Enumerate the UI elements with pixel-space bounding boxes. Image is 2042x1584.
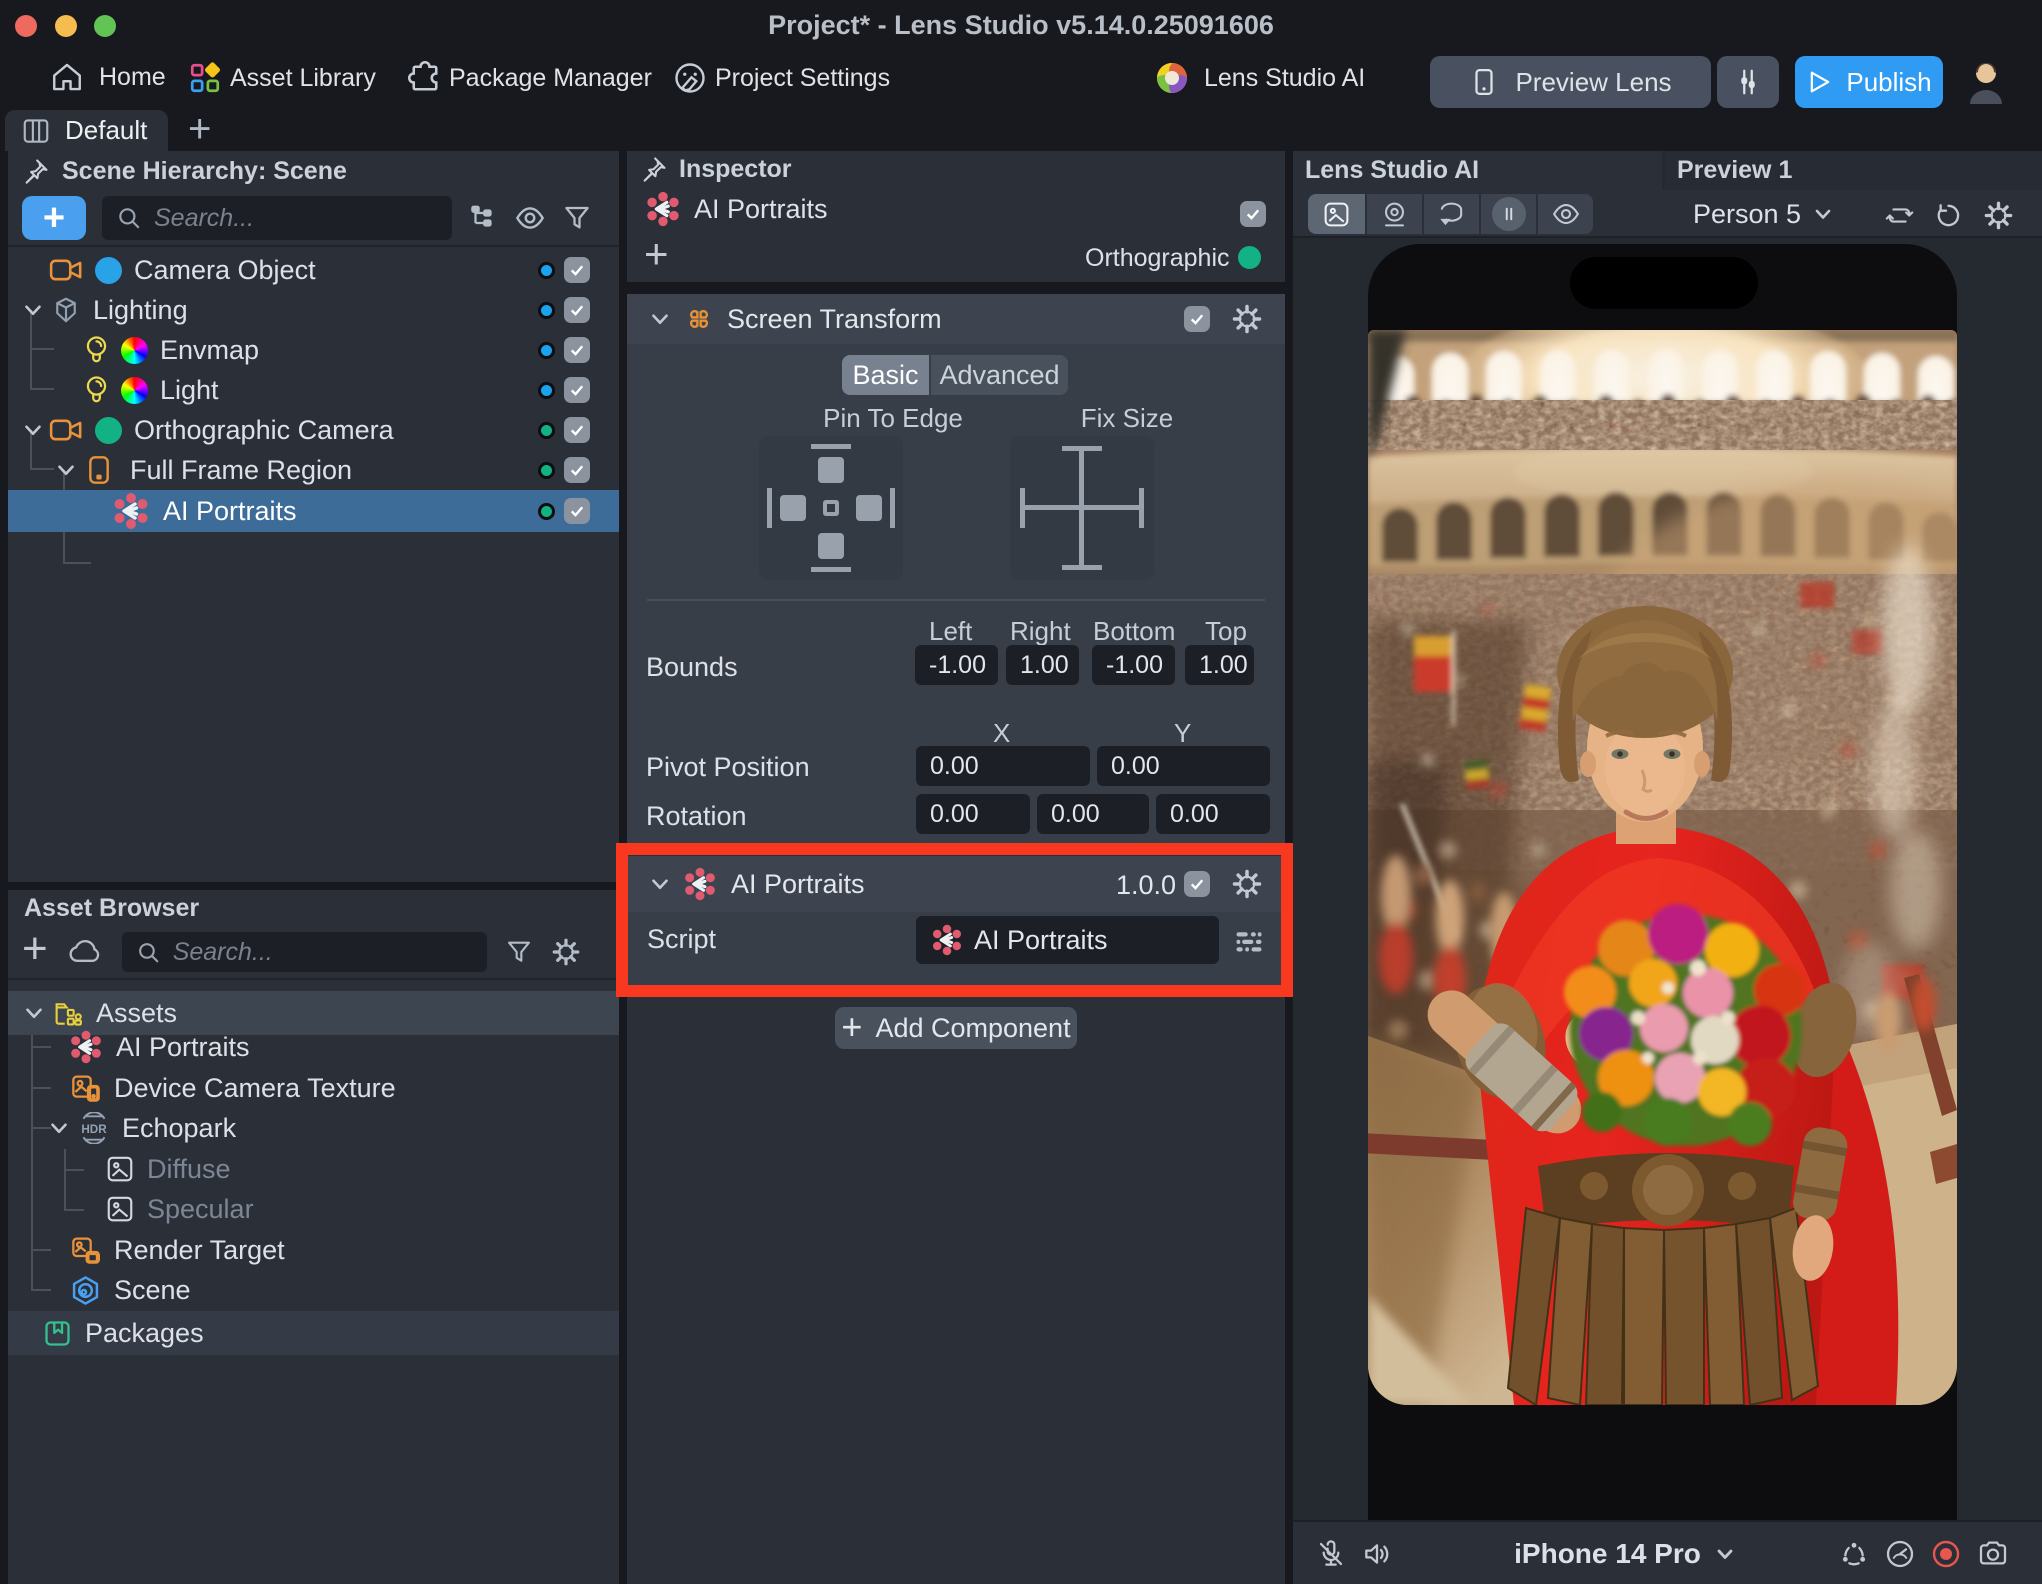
svg-text:HDR: HDR [81, 1123, 107, 1136]
